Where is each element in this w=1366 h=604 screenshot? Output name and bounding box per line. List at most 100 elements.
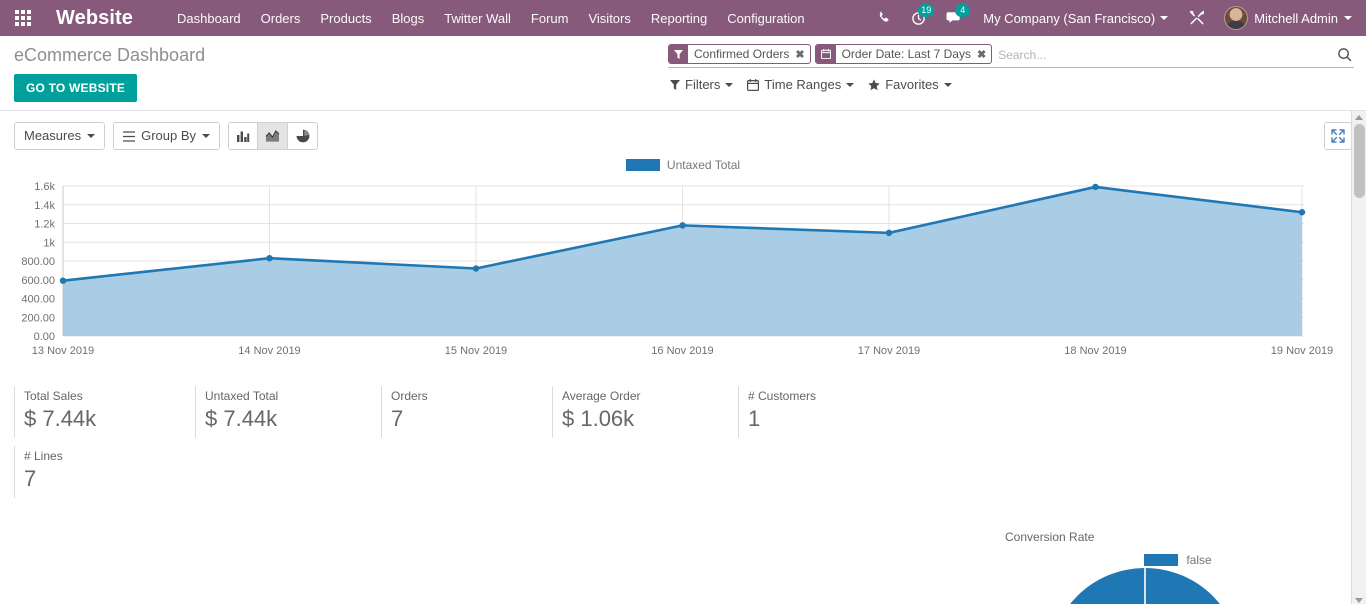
- nav-item-forum[interactable]: Forum: [521, 3, 579, 34]
- legend-swatch-false[interactable]: [1144, 554, 1179, 566]
- pie-chart-view-button[interactable]: [288, 122, 318, 150]
- expand-fullscreen-button[interactable]: [1324, 122, 1352, 150]
- navbar-right-tools: 19 4 My Company (San Francisco) Mitchell…: [868, 0, 1366, 36]
- phone-button[interactable]: [868, 0, 900, 36]
- apps-grid-icon: [15, 10, 31, 26]
- pie-chart-icon: [296, 129, 309, 143]
- graph-toolbar: Measures Group By: [0, 111, 1366, 150]
- search-view[interactable]: Confirmed Orders ✖ Order Date: Last 7 Da…: [668, 44, 1354, 68]
- wrench-screwdriver-icon: [1190, 10, 1205, 25]
- control-panel-right: Confirmed Orders ✖ Order Date: Last 7 Da…: [668, 44, 1354, 92]
- chevron-down-icon: [846, 82, 855, 87]
- app-brand-title[interactable]: Website: [46, 7, 139, 30]
- user-menu[interactable]: Mitchell Admin: [1216, 6, 1356, 30]
- kpi-label: Untaxed Total: [205, 389, 279, 403]
- svg-text:1.2k: 1.2k: [34, 219, 55, 231]
- page-title: eCommerce Dashboard: [14, 45, 206, 65]
- nav-item-dashboard[interactable]: Dashboard: [167, 3, 251, 34]
- calendar-icon: [747, 78, 760, 91]
- nav-item-reporting[interactable]: Reporting: [641, 3, 717, 34]
- apps-menu-toggle[interactable]: [0, 0, 46, 36]
- kpi-label: Orders: [391, 389, 428, 403]
- svg-text:17 Nov 2019: 17 Nov 2019: [858, 345, 920, 357]
- search-dropdowns: Filters Time Ranges Favorites: [668, 77, 952, 92]
- go-to-website-button[interactable]: GO TO WEBSITE: [14, 74, 138, 102]
- kpi-customers: # Customers 1: [738, 386, 929, 438]
- messages-button[interactable]: 4: [937, 0, 971, 36]
- measures-label: Measures: [24, 128, 82, 143]
- area-chart-canvas: 0.00 200.00 400.00 600.00 800.00 1k 1.2k 1.4k 1.…: [21, 181, 1333, 357]
- svg-text:800.00: 800.00: [21, 256, 55, 268]
- chart-type-switcher: [228, 122, 318, 150]
- nav-item-configuration[interactable]: Configuration: [717, 3, 814, 34]
- favorites-dropdown[interactable]: Favorites: [868, 77, 952, 92]
- scroll-down-icon[interactable]: [1355, 598, 1363, 603]
- pie-legend: false: [1005, 553, 1351, 567]
- svg-text:14 Nov 2019: 14 Nov 2019: [238, 345, 300, 357]
- nav-item-twitter-wall[interactable]: Twitter Wall: [434, 3, 521, 34]
- calendar-icon: [815, 45, 836, 63]
- search-facet-order-date[interactable]: Order Date: Last 7 Days ✖: [814, 44, 993, 64]
- bar-chart-icon: [237, 131, 250, 142]
- untaxed-total-area-chart: Untaxed Total 0.00 200.00 400.00 600.00 800.…: [0, 156, 1366, 368]
- chevron-down-icon: [202, 134, 210, 138]
- kpi-label: # Customers: [748, 389, 817, 403]
- group-by-dropdown[interactable]: Group By: [113, 122, 220, 150]
- filters-dropdown[interactable]: Filters: [670, 77, 734, 92]
- svg-text:1.6k: 1.6k: [34, 181, 55, 193]
- kpi-value: $ 1.06k: [562, 406, 635, 431]
- time-ranges-label: Time Ranges: [764, 77, 842, 92]
- star-icon: [868, 78, 880, 90]
- svg-text:15 Nov 2019: 15 Nov 2019: [445, 345, 507, 357]
- expand-arrows-icon: [1331, 129, 1345, 143]
- phone-icon: [880, 11, 889, 22]
- scroll-up-icon[interactable]: [1355, 115, 1363, 120]
- kpi-lines: # Lines 7: [14, 446, 195, 498]
- time-ranges-dropdown[interactable]: Time Ranges: [747, 77, 855, 92]
- kpi-row-break: [14, 438, 1352, 446]
- avatar: [1224, 6, 1249, 30]
- search-input[interactable]: [996, 44, 1331, 65]
- bar-chart-view-button[interactable]: [228, 122, 258, 150]
- conversion-rate-title: Conversion Rate: [1005, 530, 1095, 544]
- search-facet-confirmed-orders[interactable]: Confirmed Orders ✖: [668, 44, 811, 64]
- area-chart-view-button[interactable]: [258, 122, 288, 150]
- svg-text:600.00: 600.00: [21, 275, 55, 287]
- nav-item-products[interactable]: Products: [310, 3, 381, 34]
- kpi-value: $ 7.44k: [205, 406, 278, 431]
- svg-text:400.00: 400.00: [21, 294, 55, 306]
- group-by-label: Group By: [141, 128, 196, 143]
- search-icon[interactable]: [1331, 44, 1354, 65]
- kpi-average-order: Average Order $ 1.06k: [552, 386, 738, 438]
- activities-button[interactable]: 19: [902, 0, 935, 36]
- scrollbar-thumb[interactable]: [1354, 124, 1365, 198]
- kpi-untaxed-total: Untaxed Total $ 7.44k: [195, 386, 381, 438]
- nav-item-visitors[interactable]: Visitors: [578, 3, 640, 34]
- activities-count-badge: 19: [918, 4, 935, 17]
- user-name: Mitchell Admin: [1254, 10, 1338, 26]
- control-panel: eCommerce Dashboard GO TO WEBSITE Confir…: [0, 36, 1366, 111]
- remove-facet-icon[interactable]: ✖: [793, 45, 809, 63]
- legend-label-false: false: [1186, 553, 1212, 567]
- chevron-down-icon: [1344, 16, 1352, 20]
- legend-label-untaxed-total: Untaxed Total: [666, 158, 741, 172]
- chevron-down-icon: [943, 82, 952, 87]
- kpi-label: Average Order: [562, 389, 641, 403]
- measures-dropdown[interactable]: Measures: [14, 122, 106, 150]
- nav-item-blogs[interactable]: Blogs: [382, 3, 435, 34]
- svg-text:19 Nov 2019: 19 Nov 2019: [1271, 345, 1333, 357]
- nav-item-orders[interactable]: Orders: [251, 3, 311, 34]
- chevron-down-icon: [725, 82, 734, 87]
- top-navbar: Website Dashboard Orders Products Blogs …: [0, 0, 1366, 36]
- search-facet-label: Confirmed Orders: [694, 47, 790, 61]
- company-name: My Company (San Francisco): [983, 10, 1156, 26]
- svg-text:1k: 1k: [43, 237, 55, 249]
- company-switcher[interactable]: My Company (San Francisco): [973, 11, 1178, 26]
- remove-facet-icon[interactable]: ✖: [975, 45, 991, 63]
- vertical-scrollbar[interactable]: [1351, 111, 1366, 604]
- developer-tools-button[interactable]: [1180, 0, 1214, 36]
- dashboard-content: Measures Group By Untaxed Total 0.00 200…: [0, 111, 1366, 604]
- svg-text:200.00: 200.00: [21, 312, 55, 324]
- favorites-label: Favorites: [885, 77, 939, 92]
- legend-swatch-untaxed-total[interactable]: [625, 159, 660, 171]
